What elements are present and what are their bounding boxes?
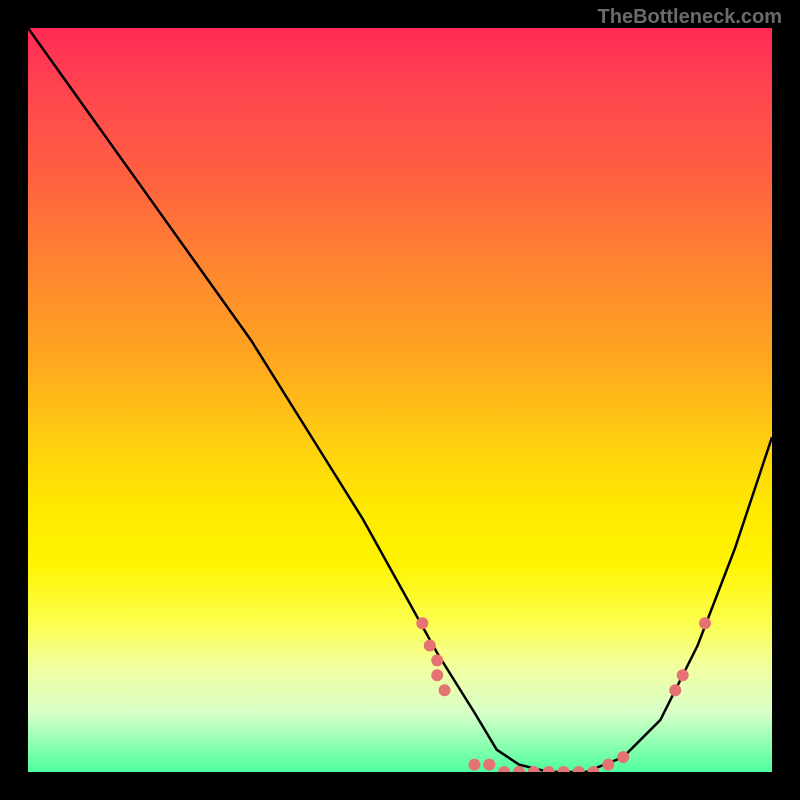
data-marker bbox=[498, 766, 510, 772]
data-marker bbox=[439, 684, 451, 696]
data-marker bbox=[431, 669, 443, 681]
data-markers bbox=[416, 617, 711, 772]
data-marker bbox=[573, 766, 585, 772]
data-marker bbox=[669, 684, 681, 696]
data-marker bbox=[677, 669, 689, 681]
data-marker bbox=[431, 654, 443, 666]
watermark-text: TheBottleneck.com bbox=[598, 6, 782, 29]
data-marker bbox=[468, 759, 480, 771]
data-marker bbox=[558, 766, 570, 772]
chart-svg bbox=[28, 28, 772, 772]
data-marker bbox=[602, 759, 614, 771]
data-marker bbox=[699, 617, 711, 629]
data-marker bbox=[543, 766, 555, 772]
bottleneck-curve bbox=[28, 28, 772, 772]
data-marker bbox=[416, 617, 428, 629]
chart-plot-area bbox=[28, 28, 772, 772]
data-marker bbox=[424, 640, 436, 652]
data-marker bbox=[483, 759, 495, 771]
data-marker bbox=[617, 751, 629, 763]
